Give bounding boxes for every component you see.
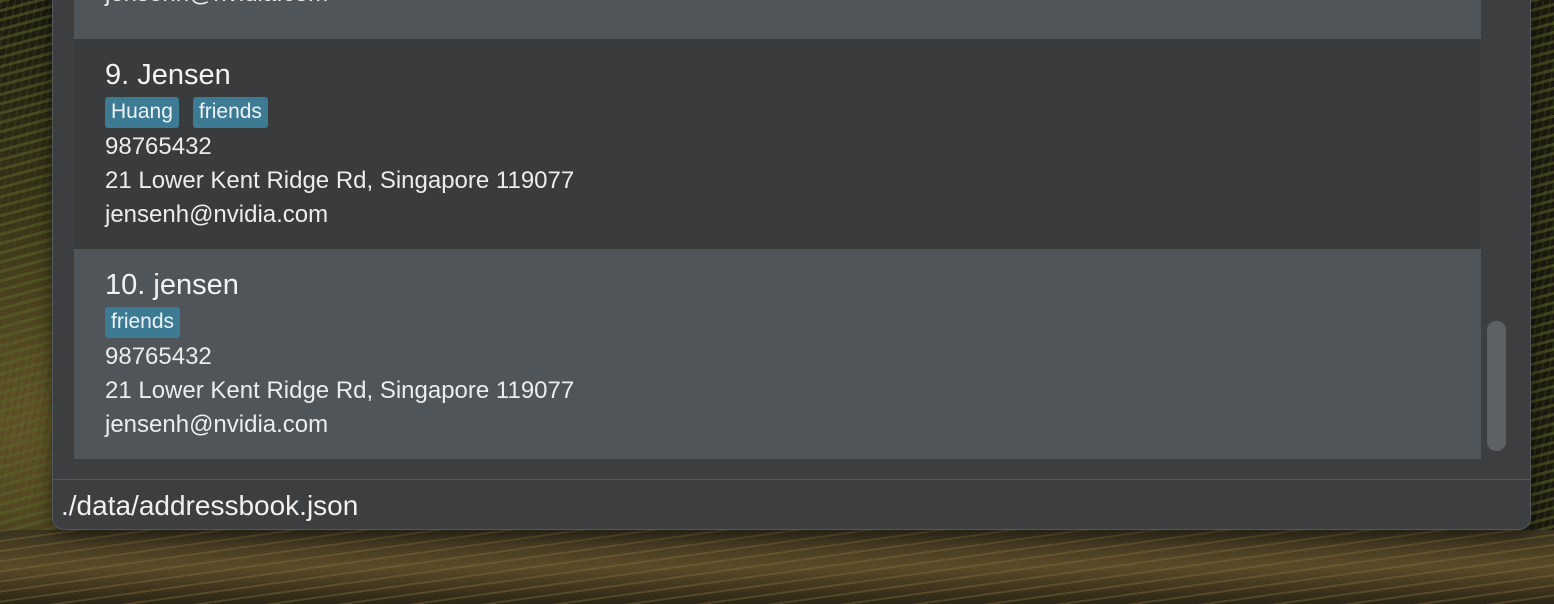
person-card[interactable]: 9. Jensen Huang friends 98765432 21 Lowe…: [74, 39, 1481, 249]
person-phone: 98765432: [105, 343, 212, 370]
person-list[interactable]: jensenh@nvidia.com 9. Jensen Huang frien…: [74, 0, 1481, 459]
person-email: jensenh@nvidia.com: [105, 201, 329, 228]
scrollbar-thumb[interactable]: [1487, 321, 1506, 451]
person-name: 9. Jensen: [105, 59, 231, 91]
tag-list: Huang friends: [105, 97, 268, 128]
person-email: jensenh@nvidia.com: [105, 411, 329, 438]
person-card[interactable]: 10. jensen friends 98765432 21 Lower Ken…: [74, 249, 1481, 459]
address-book-window: jensenh@nvidia.com 9. Jensen Huang frien…: [52, 0, 1531, 530]
person-address: 21 Lower Kent Ridge Rd, Singapore 119077: [105, 167, 575, 194]
person-name: 10. jensen: [105, 269, 239, 301]
desktop-wallpaper-bottom: [0, 530, 1554, 604]
tag-badge: Huang: [105, 97, 179, 128]
tag-list: friends: [105, 307, 181, 338]
person-email: jensenh@nvidia.com: [105, 0, 328, 8]
save-location-path: ./data/addressbook.json: [61, 490, 359, 521]
tag-badge: friends: [105, 307, 181, 338]
person-phone: 98765432: [105, 133, 212, 160]
status-bar: ./data/addressbook.json: [53, 479, 1530, 529]
person-card[interactable]: jensenh@nvidia.com: [74, 0, 1481, 39]
tag-badge: friends: [192, 97, 268, 128]
person-address: 21 Lower Kent Ridge Rd, Singapore 119077: [105, 377, 575, 404]
